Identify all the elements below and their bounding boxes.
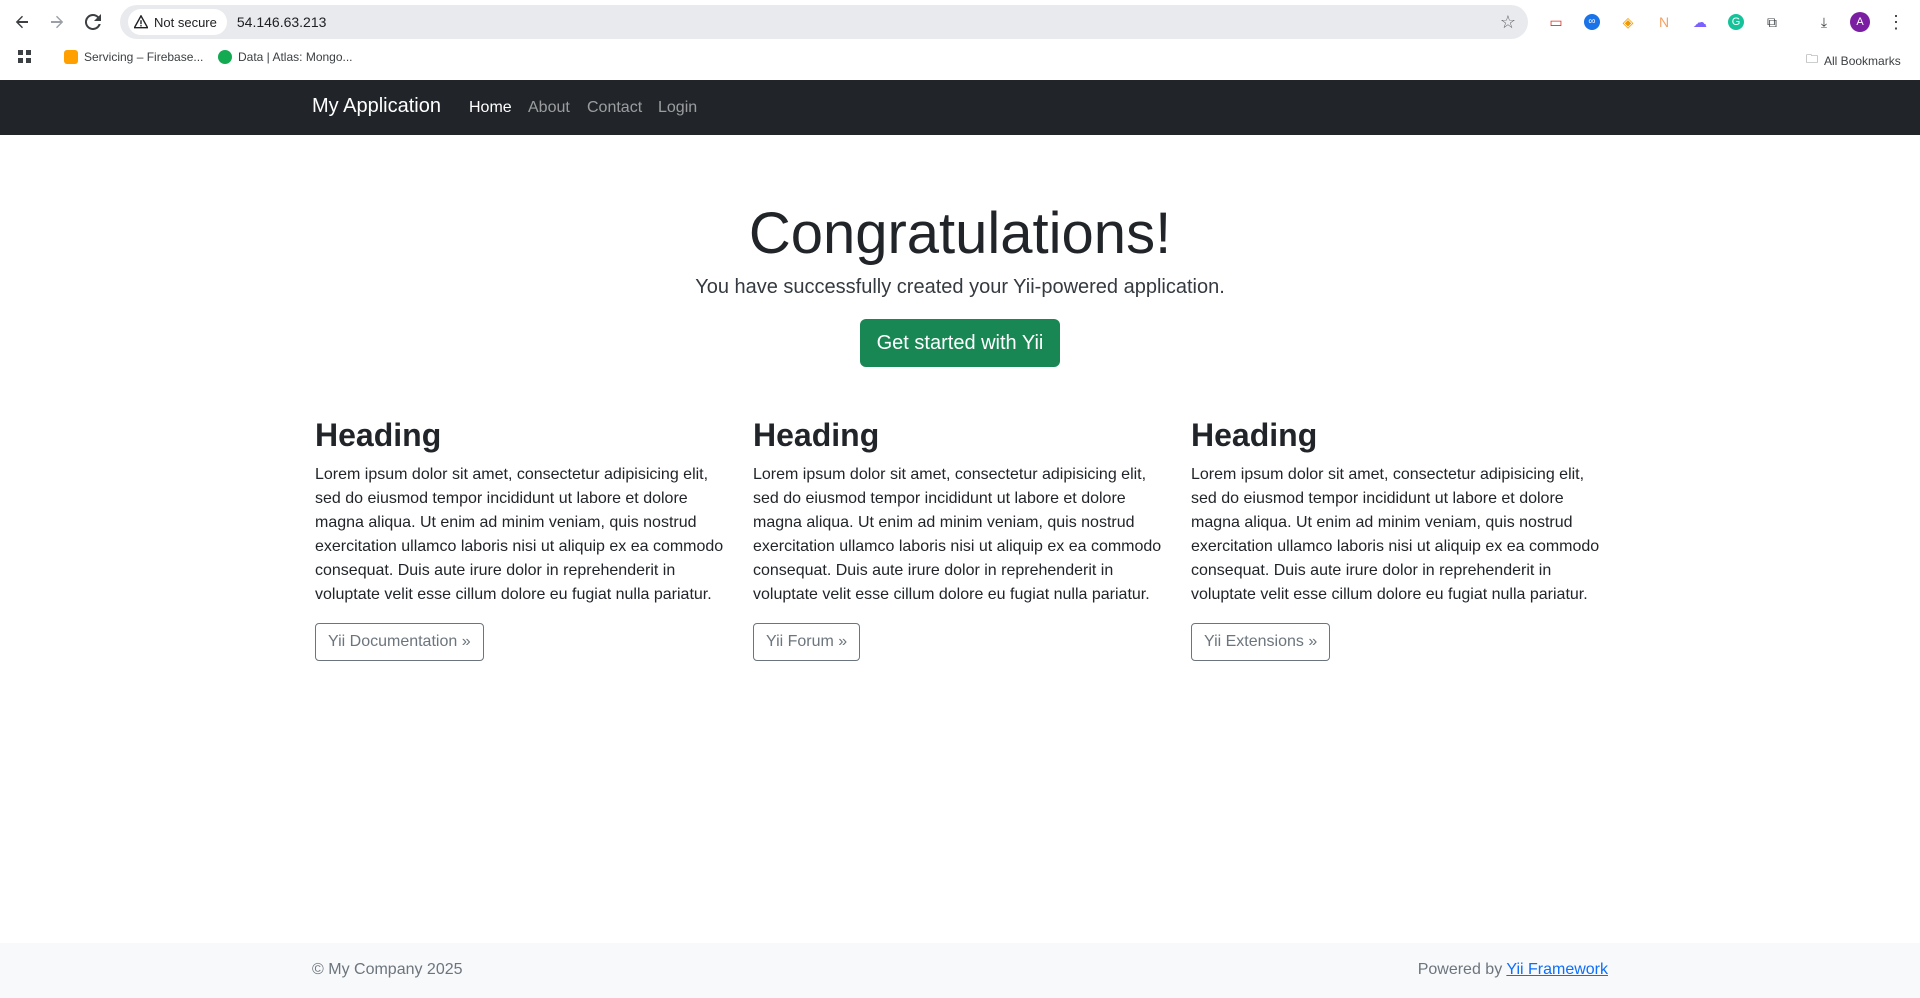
powered-by: Powered by Yii Framework bbox=[1418, 961, 1608, 979]
bookmarks-bar: Servicing – Firebase... Data | Atlas: Mo… bbox=[0, 44, 1920, 74]
app-navbar: My Application Home About Contact Login bbox=[0, 80, 1920, 135]
hero-lead: You have successfully created your Yii-p… bbox=[695, 276, 1225, 298]
download-icon[interactable]: ⤓ bbox=[1812, 10, 1836, 34]
nav-home[interactable]: Home bbox=[469, 99, 512, 117]
security-indicator[interactable]: Not secure bbox=[128, 9, 227, 35]
address-bar[interactable]: Not secure 54.146.63.213 ☆ bbox=[120, 5, 1528, 39]
nav-about[interactable]: About bbox=[528, 99, 570, 117]
extensions-puzzle-icon[interactable]: ⧉ bbox=[1760, 10, 1784, 34]
extension-cloud-icon[interactable]: ☁ bbox=[1688, 10, 1712, 34]
yii-framework-link[interactable]: Yii Framework bbox=[1506, 961, 1608, 978]
extension-stripe-icon[interactable]: ◈ bbox=[1616, 10, 1640, 34]
powered-by-prefix: Powered by bbox=[1417, 961, 1507, 978]
nav-contact[interactable]: Contact bbox=[587, 99, 642, 117]
get-started-button[interactable]: Get started with Yii bbox=[860, 319, 1060, 367]
bookmark-firebase[interactable]: Servicing – Firebase... bbox=[64, 50, 203, 64]
bookmark-label: Servicing – Firebase... bbox=[84, 50, 204, 64]
column-heading: Heading bbox=[315, 417, 442, 453]
warning-icon bbox=[134, 15, 148, 29]
bookmark-mongodb[interactable]: Data | Atlas: Mongo... bbox=[218, 50, 353, 64]
folder-icon: 🗀 bbox=[1806, 52, 1819, 66]
brand-link[interactable]: My Application bbox=[312, 95, 441, 118]
cast-icon[interactable]: ▭ bbox=[1544, 10, 1568, 34]
column-text: Lorem ipsum dolor sit amet, consectetur … bbox=[753, 466, 1162, 603]
profile-avatar[interactable]: A bbox=[1848, 10, 1872, 34]
bookmark-label: Data | Atlas: Mongo... bbox=[238, 50, 353, 64]
extension-infinity-icon[interactable]: ∞ bbox=[1580, 10, 1604, 34]
browser-toolbar: Not secure 54.146.63.213 ☆ ▭ ∞ ◈ N ☁ G ⧉… bbox=[0, 0, 1920, 44]
security-label: Not secure bbox=[154, 14, 217, 30]
column-heading: Heading bbox=[1191, 417, 1318, 453]
page-footer: © My Company 2025 Powered by Yii Framewo… bbox=[0, 943, 1920, 998]
bookmark-star-icon[interactable]: ☆ bbox=[1500, 12, 1516, 33]
grammarly-icon[interactable]: G bbox=[1724, 10, 1748, 34]
column-heading: Heading bbox=[753, 417, 880, 453]
mongodb-icon bbox=[218, 50, 232, 64]
feature-column: Heading Lorem ipsum dolor sit amet, cons… bbox=[753, 415, 1169, 661]
back-icon[interactable] bbox=[8, 8, 36, 36]
firebase-icon bbox=[64, 50, 78, 64]
yii-extensions-button[interactable]: Yii Extensions » bbox=[1191, 623, 1331, 661]
all-bookmarks[interactable]: 🗀 All Bookmarks bbox=[1806, 50, 1901, 71]
extension-n-icon[interactable]: N bbox=[1652, 10, 1676, 34]
nav-login[interactable]: Login bbox=[658, 99, 697, 117]
feature-column: Heading Lorem ipsum dolor sit amet, cons… bbox=[315, 415, 731, 661]
forward-icon[interactable] bbox=[43, 8, 71, 36]
yii-documentation-button[interactable]: Yii Documentation » bbox=[315, 623, 484, 661]
feature-column: Heading Lorem ipsum dolor sit amet, cons… bbox=[1191, 415, 1607, 661]
reload-icon[interactable] bbox=[79, 8, 107, 36]
column-text: Lorem ipsum dolor sit amet, consectetur … bbox=[1191, 466, 1600, 603]
menu-kebab-icon[interactable]: ⋮ bbox=[1884, 10, 1908, 34]
all-bookmarks-label: All Bookmarks bbox=[1824, 53, 1901, 68]
hero-title: Congratulations! bbox=[748, 201, 1172, 266]
column-text: Lorem ipsum dolor sit amet, consectetur … bbox=[315, 466, 724, 603]
apps-grid-icon[interactable] bbox=[18, 50, 32, 64]
copyright-text: © My Company 2025 bbox=[312, 961, 463, 978]
yii-forum-button[interactable]: Yii Forum » bbox=[753, 623, 861, 661]
url-text[interactable]: 54.146.63.213 bbox=[237, 14, 327, 30]
